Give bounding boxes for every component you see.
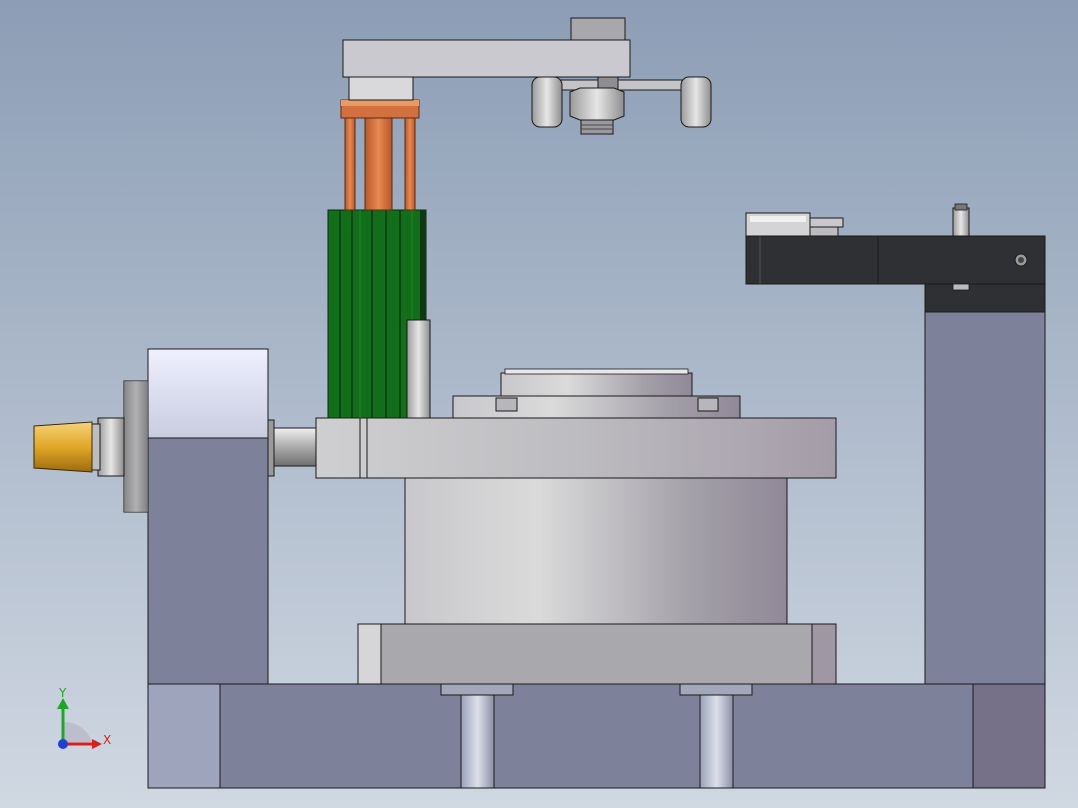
base-plate[interactable] xyxy=(147,683,1046,789)
rotary-table[interactable] xyxy=(357,623,837,685)
right-column[interactable] xyxy=(924,283,1046,685)
y-axis-label: Y xyxy=(58,686,67,700)
z-axis-icon xyxy=(58,739,68,749)
green-clamp-block[interactable] xyxy=(327,209,431,419)
copper-rods[interactable] xyxy=(340,99,420,211)
motor-cylinder[interactable] xyxy=(404,477,788,625)
x-axis-label: X xyxy=(103,733,111,747)
cad-canvas[interactable]: Y X xyxy=(0,0,1078,808)
cad-viewport[interactable]: Y X xyxy=(0,0,1078,808)
left-support[interactable] xyxy=(147,348,269,685)
